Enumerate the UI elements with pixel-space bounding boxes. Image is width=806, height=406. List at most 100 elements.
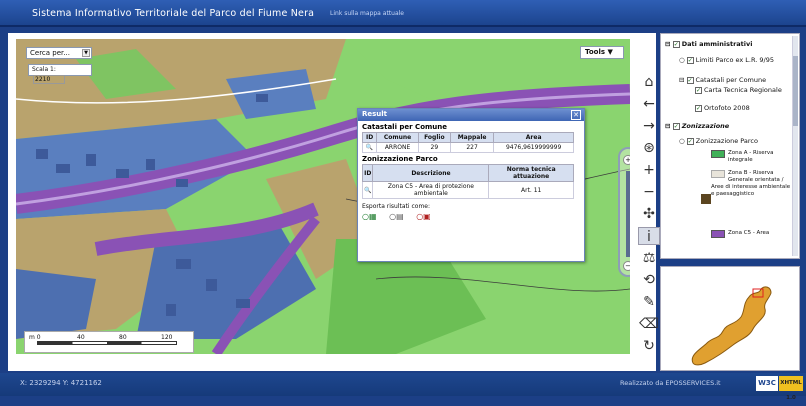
column-header: ID xyxy=(361,132,378,143)
app-subtitle-link[interactable]: Link sulla mappa attuale xyxy=(330,10,404,17)
legend-item: Zona B - Riserva Generale orientata / Ar… xyxy=(711,170,791,198)
scalebar-label: 40 xyxy=(77,334,85,341)
legend-swatch xyxy=(711,170,725,178)
section-catastali-title: Catastali per Comune xyxy=(362,123,448,131)
legend-item: Zona C5 - Area xyxy=(711,230,791,238)
layer-label: Limiti Parco ex L.R. 9/95 xyxy=(695,56,774,64)
legend-swatch xyxy=(711,150,725,158)
map-toolbar: ⌂ ← → ⊛ + − ✣ i ⚖ ⟲ ✎ ⌫ ↻ xyxy=(638,73,660,363)
scale-input[interactable]: 2210 xyxy=(33,75,65,84)
table-row[interactable]: 🔍 Zona C5 - Area di protezione ambiental… xyxy=(361,181,574,199)
zoom-to-feature-icon[interactable]: 🔍 xyxy=(361,181,374,199)
app-title: Sistema Informativo Territoriale del Par… xyxy=(32,8,315,19)
zonizzazione-table: ID Descrizione Norma tecnica attuazione … xyxy=(361,164,574,199)
cell-foglio: 29 xyxy=(417,142,451,153)
scrollbar[interactable] xyxy=(792,36,798,256)
close-icon[interactable]: ✕ xyxy=(571,110,581,120)
scalebar-ruler xyxy=(37,341,177,345)
export-csv-icon[interactable]: ○▤ xyxy=(389,212,404,221)
zoom-in-tool-icon[interactable]: + xyxy=(638,161,660,179)
globe-icon[interactable]: ⊛ xyxy=(638,139,660,157)
column-header: Foglio xyxy=(417,132,451,143)
table-row[interactable]: 🔍 ARRONE 29 227 9476,9619999999 xyxy=(361,142,574,153)
app-header: Sistema Informativo Territoriale del Par… xyxy=(0,0,806,27)
layer-label: Catastali per Comune xyxy=(695,76,767,84)
catastali-table: ID Comune Foglio Mappale Area 🔍 ARRONE 2… xyxy=(361,132,574,153)
zoom-out-tool-icon[interactable]: − xyxy=(638,183,660,201)
layer-panel: ⊟ ✓ Dati amministrativi ○ ✓ Limiti Parco e… xyxy=(660,33,800,259)
cell-descrizione: Zona C5 - Area di protezione ambientale xyxy=(372,181,490,199)
zoom-to-feature-icon[interactable]: 🔍 xyxy=(361,142,378,153)
layer-label: Zonizzazione Parco xyxy=(695,137,758,145)
tools-menu-button[interactable]: Tools ▼ xyxy=(580,46,624,59)
result-window: Result ✕ Catastali per Comune ID Comune … xyxy=(357,108,585,262)
export-excel-icon[interactable]: ○▦ xyxy=(362,212,377,221)
coordinate-readout: X: 2329294 Y: 4721162 xyxy=(20,379,102,387)
scalebar-label: 80 xyxy=(119,334,127,341)
info-icon[interactable]: i xyxy=(638,227,660,245)
layer-group-amministrativi[interactable]: ⊟ ✓ Dati amministrativi xyxy=(665,40,752,48)
zoom-in-icon[interactable]: + xyxy=(623,155,630,165)
badge-label: W3C xyxy=(758,379,776,387)
section-zonizzazione-title: Zonizzazione Parco xyxy=(362,155,438,163)
scrollbar-thumb[interactable] xyxy=(793,56,798,126)
column-header: Descrizione xyxy=(372,164,490,182)
cell-area: 9476,9619999999 xyxy=(493,142,574,153)
chevron-down-icon: ▼ xyxy=(82,49,90,57)
zoom-out-icon[interactable]: − xyxy=(623,261,630,271)
layer-label: Carta Tecnica Regionale xyxy=(704,86,782,94)
scale-box: Scala 1: 2210 xyxy=(28,64,92,84)
layer-item[interactable]: ○ ✓ Limiti Parco ex L.R. 9/95 xyxy=(679,56,779,64)
scale-bar: m 0 40 80 120 xyxy=(24,331,194,353)
legend-label: Zona A - Riserva integrale xyxy=(728,150,774,163)
refresh-icon[interactable]: ↻ xyxy=(638,337,660,355)
layer-item[interactable]: ✓ Carta Tecnica Regionale xyxy=(695,86,785,94)
credit-link[interactable]: Realizzato da EPOSSERVICES.it xyxy=(620,379,721,387)
arrow-right-icon[interactable]: → xyxy=(638,117,660,135)
column-header: Norma tecnica attuazione xyxy=(488,164,574,182)
rotate-icon[interactable]: ⟲ xyxy=(638,271,660,289)
layer-item[interactable]: ○ ✓ Zonizzazione Parco xyxy=(679,137,758,145)
legend-swatch xyxy=(711,230,725,238)
column-header: ID xyxy=(361,164,374,182)
cell-norma: Art. 11 xyxy=(488,181,574,199)
search-by-value: Cerca per... xyxy=(30,49,70,57)
result-titlebar[interactable]: Result xyxy=(358,109,584,121)
export-label: Esporta risultati come: xyxy=(362,203,431,210)
pan-icon[interactable]: ✣ xyxy=(638,205,660,223)
overview-map[interactable] xyxy=(660,266,800,371)
erase-icon[interactable]: ⌫ xyxy=(638,315,660,333)
home-icon[interactable]: ⌂ xyxy=(638,73,660,91)
legend-item: Zona A - Riserva integrale xyxy=(711,150,791,164)
column-header: Mappale xyxy=(449,132,495,143)
cell-comune: ARRONE xyxy=(376,142,419,153)
arrow-left-icon[interactable]: ← xyxy=(638,95,660,113)
layer-group-label: Zonizzazione xyxy=(681,122,730,130)
scalebar-label: m 0 xyxy=(29,334,41,341)
badge-label: XHTML 1.0 xyxy=(780,380,802,401)
column-header: Area xyxy=(493,132,574,143)
w3c-badge[interactable]: W3C xyxy=(756,376,778,391)
export-pdf-icon[interactable]: ○▣ xyxy=(416,212,431,221)
layer-group-zonizzazione[interactable]: ⊟ ✓ Zonizzazione xyxy=(665,122,729,130)
zoom-slider[interactable]: + − xyxy=(618,147,630,277)
layer-item[interactable]: ⊟ ✓ Catastali per Comune xyxy=(679,76,779,84)
search-by-select[interactable]: Cerca per... ▼ xyxy=(26,47,92,59)
measure-icon[interactable]: ⚖ xyxy=(638,249,660,267)
tools-label: Tools xyxy=(585,48,606,56)
export-options: ○▦ ○▤ ○▣ xyxy=(358,211,584,222)
scale-label: Scala 1: xyxy=(32,66,56,73)
layer-item[interactable]: ✓ Ortofoto 2008 xyxy=(695,104,785,112)
legend-swatch xyxy=(701,194,711,204)
pencil-icon[interactable]: ✎ xyxy=(638,293,660,311)
legend-label: Zona C5 - Area xyxy=(728,230,770,236)
status-bar: X: 2329294 Y: 4721162 Realizzato da EPOS… xyxy=(0,373,806,401)
overview-map-graphic xyxy=(691,286,772,366)
zoom-track xyxy=(626,171,630,257)
xhtml-badge[interactable]: XHTML 1.0 xyxy=(779,376,803,401)
cell-mappale: 227 xyxy=(449,142,495,153)
layer-group-label: Dati amministrativi xyxy=(681,40,753,48)
column-header: Comune xyxy=(376,132,419,143)
layer-label: Ortofoto 2008 xyxy=(704,104,750,112)
result-title: Result xyxy=(362,110,388,118)
